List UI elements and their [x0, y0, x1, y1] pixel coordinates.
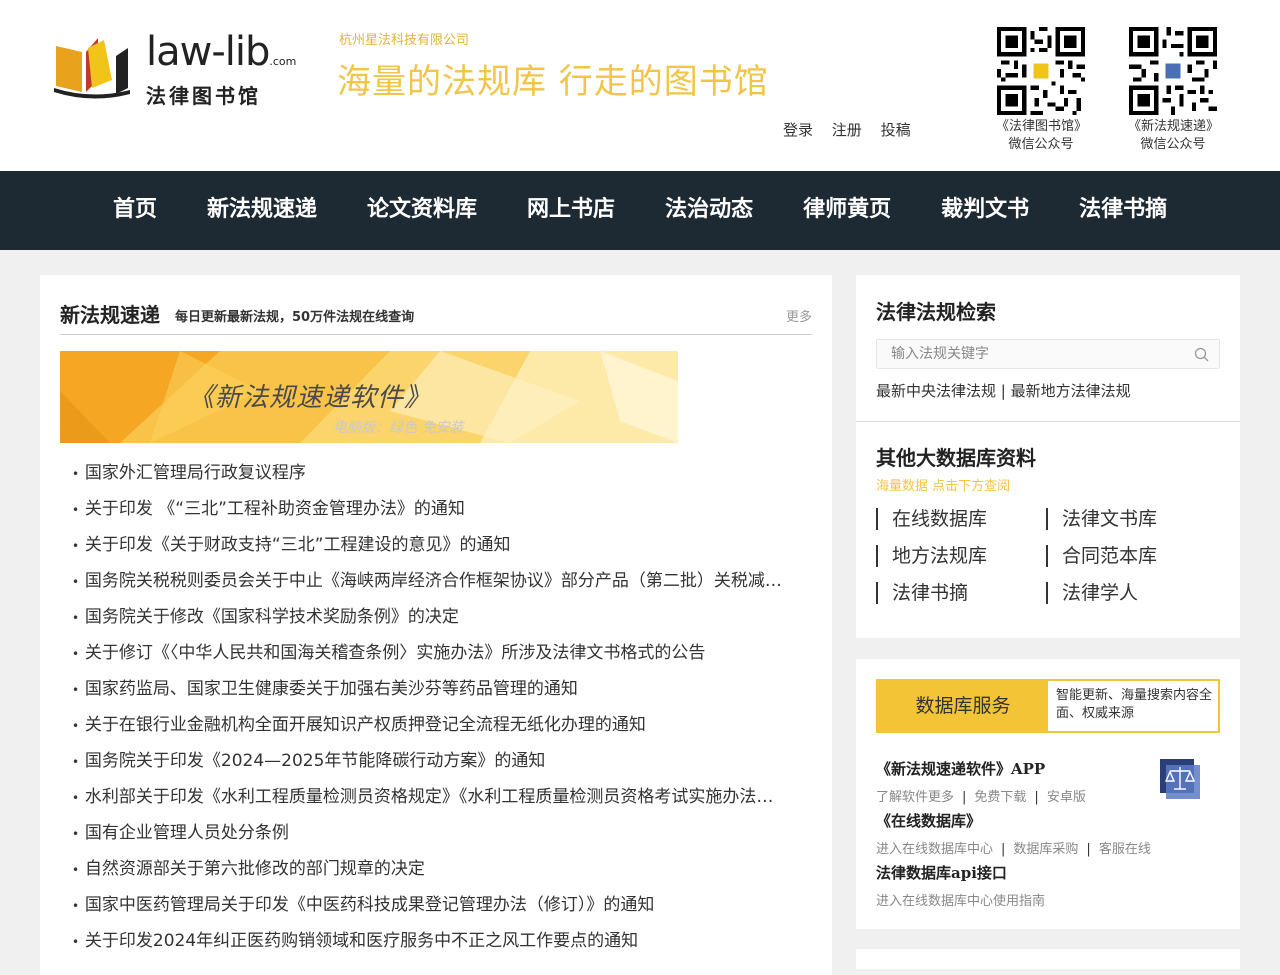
api-title[interactable]: 法律数据库api接口 [876, 862, 1007, 883]
latest-law-links: 最新中央法律法规 | 最新地方法律法规 [876, 380, 1131, 401]
db-item-local-laws[interactable]: 地方法规库 [876, 545, 987, 567]
list-item[interactable]: 自然资源部关于第六批修改的部门规章的决定 [72, 851, 788, 887]
db-hint: 海量数据 点击下方查阅 [876, 479, 1011, 494]
db-item-digest[interactable]: 法律书摘 [876, 582, 968, 604]
online-db-title[interactable]: 《在线数据库》 [876, 810, 981, 831]
law-list: 国家外汇管理局行政复议程序 关于印发 《“三北”工程补助资金管理办法》的通知 关… [72, 455, 788, 959]
android-link[interactable]: 安卓版 [1047, 790, 1086, 805]
section-subtitle: 每日更新最新法规，50万件法规在线查询 [175, 310, 415, 325]
free-download-link[interactable]: 免费下载 [974, 790, 1026, 805]
login-link[interactable]: 登录 [783, 121, 813, 139]
qr-lawlib-line1: 《法律图书馆》 [996, 119, 1088, 134]
link-separator: | [996, 382, 1011, 400]
new-laws-panel: 新法规速递 每日更新最新法规，50万件法规在线查询 更多 《新法规速递软件》 电… [40, 275, 832, 975]
separator: | [1001, 842, 1006, 857]
software-banner[interactable]: 《新法规速递软件》 电脑版：绿色 免安装 [60, 351, 678, 443]
main-nav: 首页 新法规速递 论文资料库 网上书店 法治动态 律师黄页 裁判文书 法律书摘 [0, 171, 1280, 250]
list-item[interactable]: 关于在银行业金融机构全面开展知识产权质押登记全流程无纸化办理的通知 [72, 707, 788, 743]
api-links: 进入在线数据库中心使用指南 [876, 890, 1045, 909]
list-item[interactable]: 国家中医药管理局关于印发《中医药科技成果登记管理办法（修订）》的通知 [72, 887, 788, 923]
db-item-online[interactable]: 在线数据库 [876, 508, 987, 530]
qr-newlaw-line1: 《新法规速递》 [1128, 119, 1220, 134]
qr-code-icon [997, 27, 1085, 115]
list-item[interactable]: 国家外汇管理局行政复议程序 [72, 455, 788, 491]
customer-service-link[interactable]: 客服在线 [1099, 842, 1151, 857]
list-item[interactable]: 国务院关税税则委员会关于中止《海峡两岸经济合作框架协议》部分产品（第二批）关税减… [72, 563, 788, 599]
banner-title: 《新法规速递软件》 [188, 383, 432, 413]
list-item[interactable]: 国务院关于印发《2024—2025年节能降碳行动方案》的通知 [72, 743, 788, 779]
site-header: law-lib.com 法律图书馆 杭州星法科技有限公司 海量的法规库 行走的图… [0, 0, 1280, 171]
nav-item-papers[interactable]: 论文资料库 [367, 171, 477, 248]
qr-newlaw: 《新法规速递》 微信公众号 [1128, 27, 1220, 154]
app-title[interactable]: 《新法规速递软件》APP [876, 758, 1045, 779]
nav-list: 首页 新法规速递 论文资料库 网上书店 法治动态 律师黄页 裁判文书 法律书摘 [113, 171, 1217, 248]
section-title: 新法规速递 [60, 303, 160, 327]
nav-item-book-digest[interactable]: 法律书摘 [1079, 171, 1167, 248]
book-logo-icon [54, 38, 130, 99]
learn-more-link[interactable]: 了解软件更多 [876, 790, 954, 805]
search-panel-title: 法律法规检索 [876, 300, 996, 324]
search-box [876, 339, 1220, 369]
slogan: 海量的法规库 行走的图书馆 [337, 62, 769, 102]
nav-item-bookstore[interactable]: 网上书店 [527, 171, 615, 248]
app-links: 了解软件更多 | 免费下载 | 安卓版 [876, 786, 1086, 805]
next-panel [856, 949, 1240, 969]
local-laws-link[interactable]: 最新地方法律法规 [1011, 382, 1131, 400]
list-item[interactable]: 关于印发《关于财政支持“三北”工程建设的意见》的通知 [72, 527, 788, 563]
submit-link[interactable]: 投稿 [881, 121, 911, 139]
more-link[interactable]: 更多 [786, 306, 812, 325]
service-panel: 数据库服务 智能更新、海量搜索内容全面、权威来源 《新法规速递软件》APP 了解… [856, 659, 1240, 929]
service-label: 数据库服务 [878, 681, 1048, 731]
separator: | [1086, 842, 1091, 857]
nav-item-new-laws[interactable]: 新法规速递 [207, 171, 317, 248]
api-guide-link[interactable]: 进入在线数据库中心使用指南 [876, 894, 1045, 909]
search-panel: 法律法规检索 最新中央法律法规 | 最新地方法律法规 其他大数据库资料 海量数据… [856, 275, 1240, 638]
service-banner: 数据库服务 智能更新、海量搜索内容全面、权威来源 [876, 679, 1220, 733]
service-desc: 智能更新、海量搜索内容全面、权威来源 [1056, 688, 1213, 721]
list-item[interactable]: 关于印发 《“三北”工程补助资金管理办法》的通知 [72, 491, 788, 527]
db-item-scholars[interactable]: 法律学人 [1046, 582, 1138, 604]
online-db-links: 进入在线数据库中心 | 数据库采购 | 客服在线 [876, 838, 1151, 857]
list-item[interactable]: 国有企业管理人员处分条例 [72, 815, 788, 851]
db-item-contracts[interactable]: 合同范本库 [1046, 545, 1157, 567]
banner-subtitle: 电脑版：绿色 免安装 [333, 420, 464, 436]
qr-code-icon [1129, 27, 1217, 115]
logo-en: law-lib.com [146, 30, 296, 84]
enter-db-center-link[interactable]: 进入在线数据库中心 [876, 842, 993, 857]
list-item[interactable]: 国务院关于修改《国家科学技术奖励条例》的决定 [72, 599, 788, 635]
db-purchase-link[interactable]: 数据库采购 [1013, 842, 1078, 857]
separator: | [962, 790, 967, 805]
db-item-documents[interactable]: 法律文书库 [1046, 508, 1157, 530]
logo-en-main: law-lib [146, 29, 270, 75]
nav-item-home[interactable]: 首页 [113, 171, 157, 248]
register-link[interactable]: 注册 [832, 121, 862, 139]
search-input[interactable] [877, 340, 1177, 368]
db-panel-title: 其他大数据库资料 [876, 446, 1036, 470]
nav-item-judgments[interactable]: 裁判文书 [941, 171, 1029, 248]
section-header: 新法规速递 每日更新最新法规，50万件法规在线查询 更多 [60, 299, 812, 335]
list-item[interactable]: 国家药监局、国家卫生健康委关于加强右美沙芬等药品管理的通知 [72, 671, 788, 707]
site-logo[interactable]: law-lib.com 法律图书馆 [52, 28, 302, 108]
central-laws-link[interactable]: 最新中央法律法规 [876, 382, 996, 400]
list-item[interactable]: 水利部关于印发《水利工程质量检测员资格规定》《水利工程质量检测员资格考试实施办法… [72, 779, 788, 815]
nav-item-legal-news[interactable]: 法治动态 [665, 171, 753, 248]
qr-lawlib: 《法律图书馆》 微信公众号 [996, 27, 1088, 154]
company-name: 杭州星法科技有限公司 [339, 33, 470, 48]
qr-newlaw-line2: 微信公众号 [1140, 137, 1206, 152]
separator: | [1034, 790, 1039, 805]
logo-en-suffix: .com [269, 55, 297, 68]
list-item[interactable]: 关于印发2024年纠正医药购销领域和医疗服务中不正之风工作要点的通知 [72, 923, 788, 959]
divider [856, 421, 1240, 422]
auth-links: 登录 注册 投稿 [783, 119, 925, 140]
search-icon[interactable] [1194, 347, 1209, 362]
logo-text: law-lib.com 法律图书馆 [146, 30, 296, 108]
scales-app-icon[interactable] [1160, 759, 1200, 799]
qr-lawlib-line2: 微信公众号 [1008, 137, 1074, 152]
list-item[interactable]: 关于修订《〈中华人民共和国海关稽查条例〉实施办法》所涉及法律文书格式的公告 [72, 635, 788, 671]
logo-cn: 法律图书馆 [146, 84, 261, 108]
nav-item-lawyers[interactable]: 律师黄页 [803, 171, 891, 248]
